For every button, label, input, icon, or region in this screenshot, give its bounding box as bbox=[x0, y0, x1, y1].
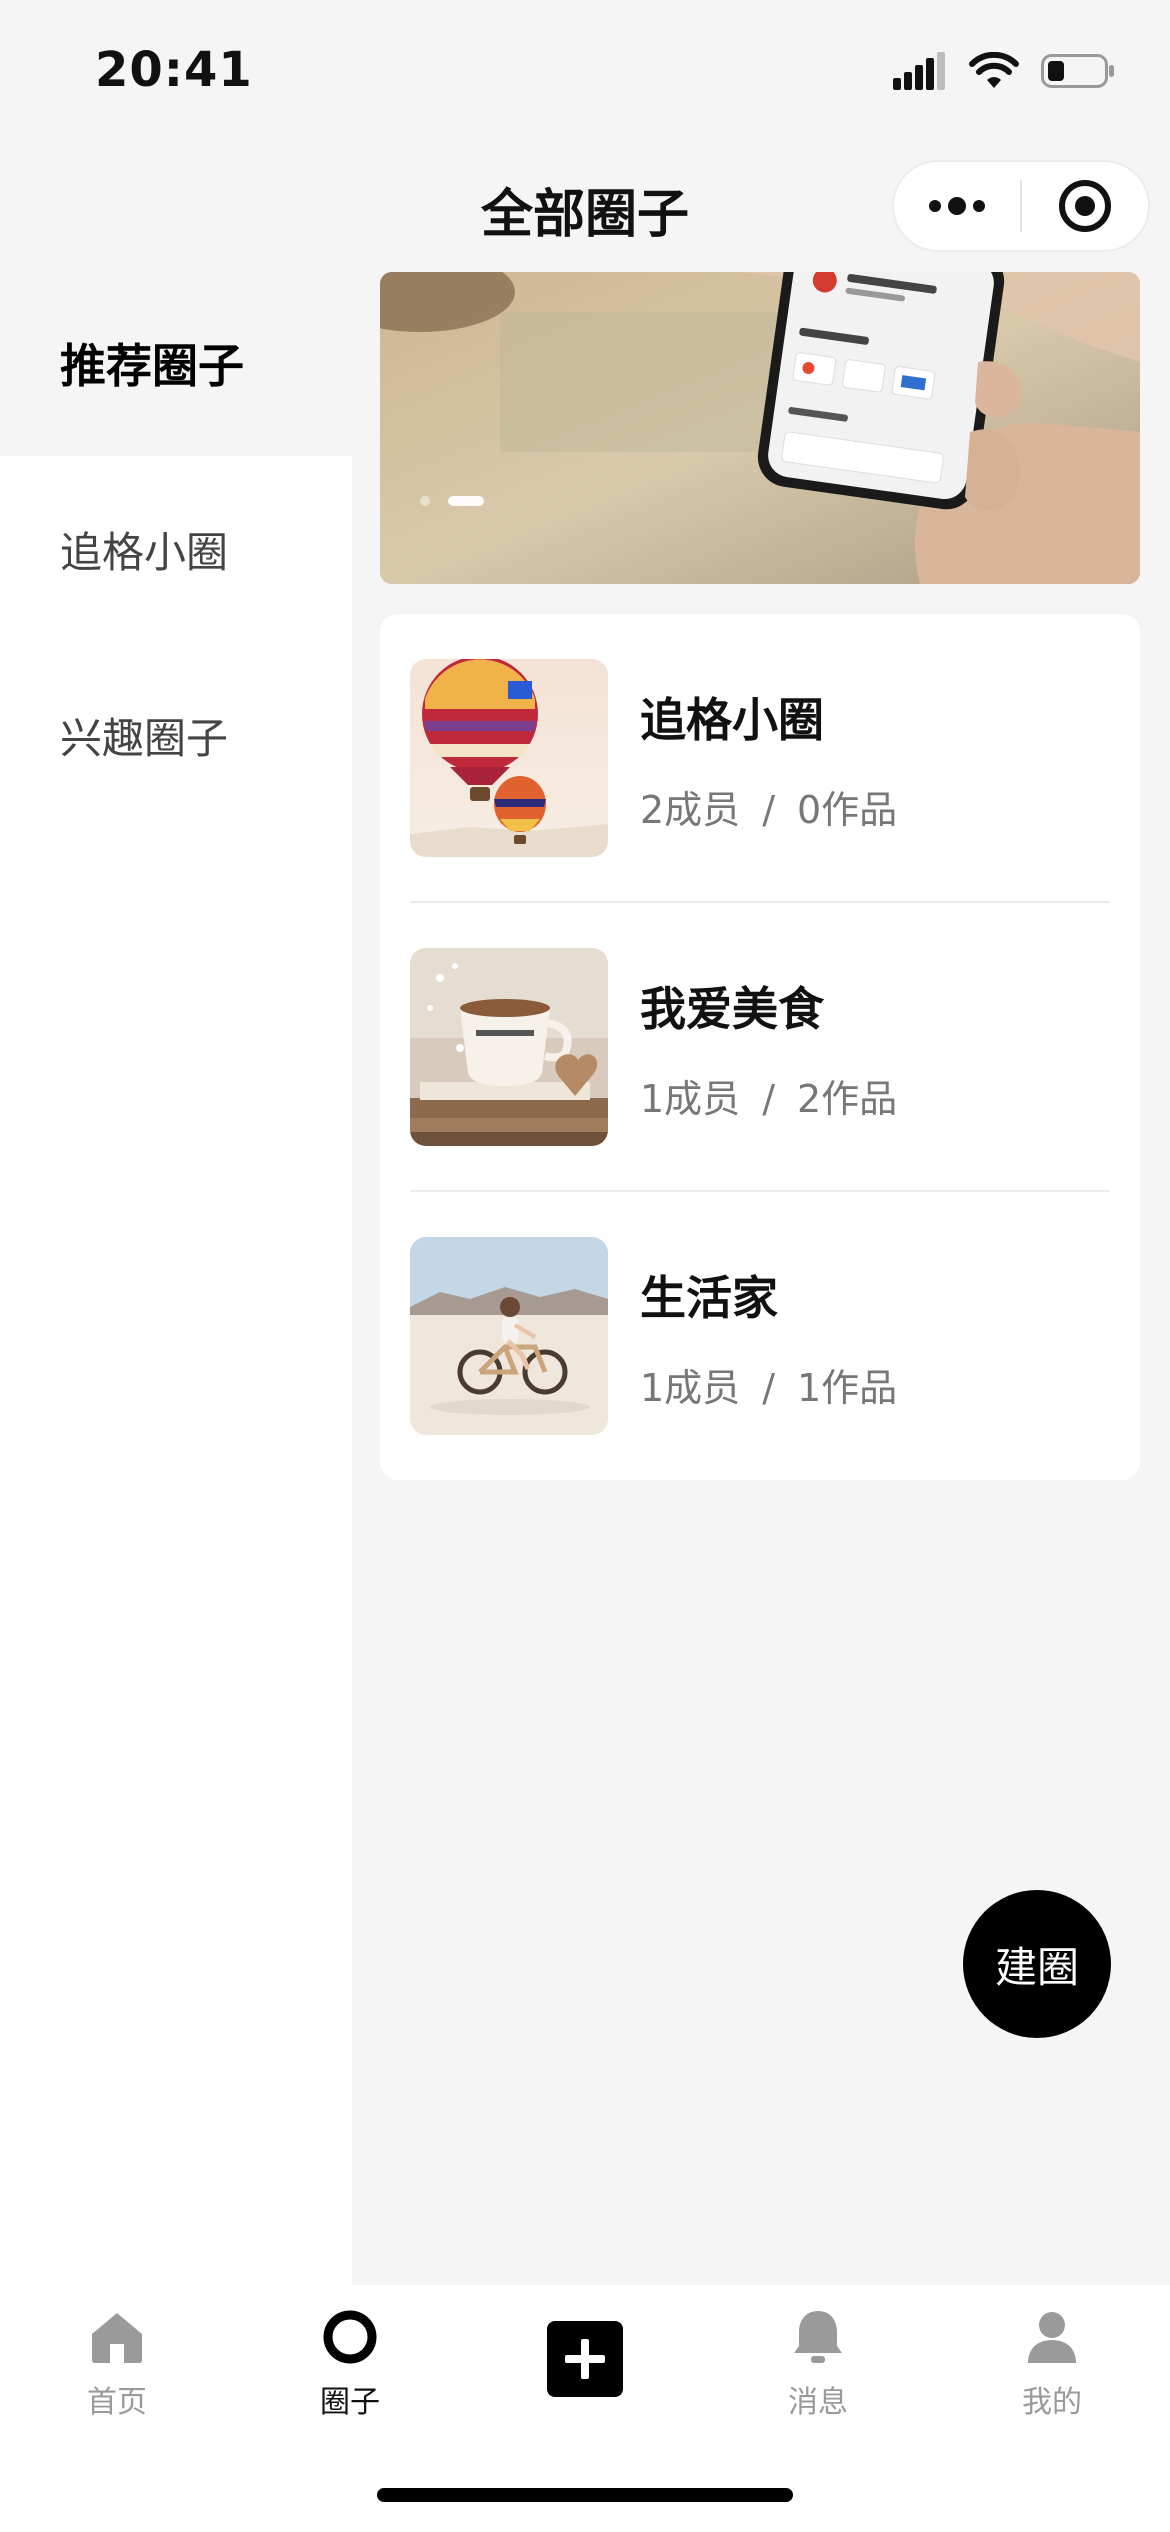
banner-image bbox=[380, 272, 1140, 584]
member-count: 1成员 bbox=[640, 1077, 741, 1121]
status-icons bbox=[893, 51, 1115, 94]
carousel-indicator bbox=[420, 496, 484, 506]
list-item[interactable]: 生活家 1成员 / 1作品 bbox=[410, 1192, 1110, 1481]
works-count: 1作品 bbox=[797, 1366, 898, 1410]
circle-icon bbox=[320, 2307, 380, 2367]
status-bar: 20:41 bbox=[0, 0, 1170, 140]
tab-home[interactable]: 首页 bbox=[37, 2307, 197, 2421]
sidebar-item-label: 推荐圈子 bbox=[60, 339, 244, 393]
sidebar-item-zhuige[interactable]: 追格小圈 bbox=[0, 456, 352, 642]
stats-separator: / bbox=[762, 788, 775, 832]
tab-publish[interactable] bbox=[505, 2321, 665, 2397]
sidebar-item-interest[interactable]: 兴趣圈子 bbox=[0, 642, 352, 828]
tab-circle[interactable]: 圈子 bbox=[270, 2307, 430, 2421]
circle-name: 我爱美食 bbox=[640, 982, 824, 1036]
circle-stats: 1成员 / 1作品 bbox=[640, 1357, 897, 1412]
list-item[interactable]: 追格小圈 2成员 / 0作品 bbox=[410, 614, 1110, 903]
status-time: 20:41 bbox=[95, 42, 253, 98]
tab-label: 我的 bbox=[1022, 2385, 1082, 2420]
carousel-dot-active[interactable] bbox=[448, 496, 484, 506]
sidebar-item-label: 兴趣圈子 bbox=[60, 713, 229, 763]
user-icon bbox=[1022, 2307, 1082, 2367]
sidebar-item-label: 追格小圈 bbox=[60, 527, 229, 577]
more-dots-icon bbox=[929, 197, 985, 215]
battery-icon bbox=[1041, 52, 1115, 94]
create-circle-button[interactable]: 建圈 bbox=[963, 1890, 1111, 2038]
circle-name: 追格小圈 bbox=[640, 693, 824, 747]
circle-stats: 2成员 / 0作品 bbox=[640, 779, 897, 834]
tab-profile[interactable]: 我的 bbox=[972, 2307, 1132, 2421]
circle-stats: 1成员 / 2作品 bbox=[640, 1068, 897, 1123]
circle-name: 生活家 bbox=[640, 1271, 778, 1325]
mini-program-capsule bbox=[892, 160, 1150, 252]
home-indicator bbox=[377, 2488, 793, 2502]
more-button[interactable] bbox=[894, 162, 1020, 250]
stats-separator: / bbox=[762, 1366, 775, 1410]
category-sidebar: 推荐圈子 追格小圈 兴趣圈子 bbox=[0, 270, 352, 2285]
tab-messages[interactable]: 消息 bbox=[738, 2307, 898, 2421]
cellular-signal-icon bbox=[893, 52, 947, 94]
tab-label: 圈子 bbox=[320, 2385, 380, 2420]
stats-separator: / bbox=[762, 1077, 775, 1121]
target-close-icon bbox=[1059, 180, 1111, 232]
tab-label: 首页 bbox=[87, 2385, 147, 2420]
circle-thumbnail bbox=[410, 659, 608, 857]
nav-header: 全部圈子 bbox=[0, 150, 1170, 260]
list-item[interactable]: 我爱美食 1成员 / 2作品 bbox=[410, 903, 1110, 1192]
sidebar-item-recommended[interactable]: 推荐圈子 bbox=[0, 270, 352, 456]
wifi-icon bbox=[969, 51, 1019, 94]
home-icon bbox=[87, 2307, 147, 2367]
member-count: 1成员 bbox=[640, 1366, 741, 1410]
banner-carousel[interactable] bbox=[380, 272, 1140, 584]
circle-thumbnail bbox=[410, 948, 608, 1146]
works-count: 2作品 bbox=[797, 1077, 898, 1121]
circle-thumbnail bbox=[410, 1237, 608, 1435]
works-count: 0作品 bbox=[797, 788, 898, 832]
circle-list: 追格小圈 2成员 / 0作品 我爱美食 1成员 / 2作品 生活家 1成员 / 1作… bbox=[380, 614, 1140, 1480]
plus-icon bbox=[547, 2321, 623, 2397]
member-count: 2成员 bbox=[640, 788, 741, 832]
bell-icon bbox=[788, 2307, 848, 2367]
carousel-dot[interactable] bbox=[420, 496, 430, 506]
tab-label: 消息 bbox=[788, 2385, 848, 2420]
close-button[interactable] bbox=[1022, 162, 1148, 250]
